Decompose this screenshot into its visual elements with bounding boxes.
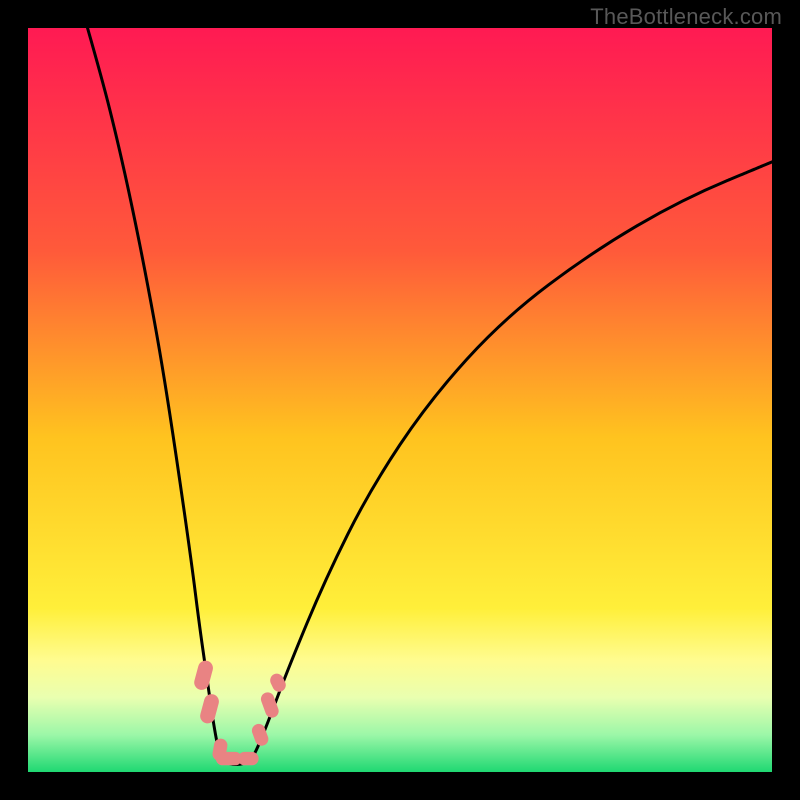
curve-marker <box>193 659 215 692</box>
curve-markers <box>193 659 288 765</box>
bottleneck-curve <box>88 28 772 765</box>
chart-curve-layer <box>28 28 772 772</box>
curve-marker <box>199 692 221 725</box>
chart-frame <box>28 28 772 772</box>
curve-marker <box>238 752 259 765</box>
watermark-label: TheBottleneck.com <box>590 4 782 30</box>
